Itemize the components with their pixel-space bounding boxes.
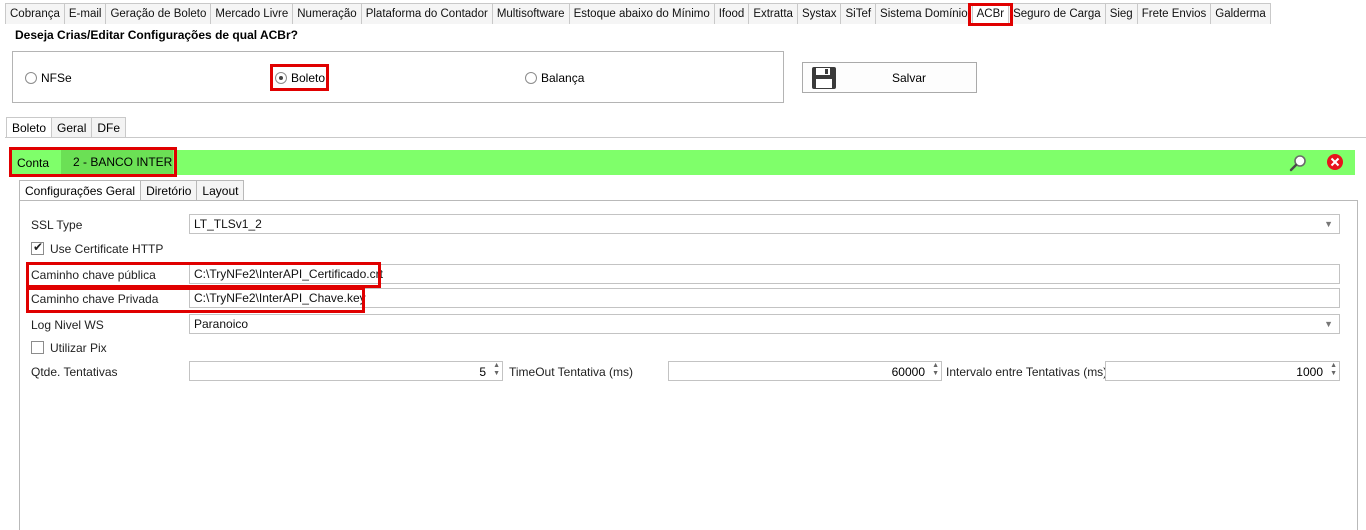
timeout-spinner[interactable]: 60000 ▲ ▼: [668, 361, 942, 381]
radio-circle-icon: [25, 72, 37, 84]
private-key-value: C:\TryNFe2\InterAPI_Chave.key: [194, 291, 366, 305]
radio-balanca-label: Balança: [541, 71, 585, 85]
private-key-label: Caminho chave Privada: [31, 292, 159, 306]
tab-galderma[interactable]: Galderma: [1210, 3, 1271, 24]
acbr-type-radio-group: NFSe Boleto Balança: [12, 51, 784, 103]
conta-bar: Conta 2 - BANCO INTER: [11, 150, 1355, 175]
log-level-value: Paranoico: [194, 317, 249, 331]
spinner-arrows-icon[interactable]: ▲ ▼: [1330, 362, 1337, 378]
radio-balanca[interactable]: Balança: [525, 71, 584, 85]
tab-estoque-minimo[interactable]: Estoque abaixo do Mínimo: [568, 3, 714, 24]
timeout-label: TimeOut Tentativa (ms): [509, 365, 634, 379]
tab-numeracao[interactable]: Numeração: [292, 3, 361, 24]
save-button-label: Salvar: [891, 71, 926, 85]
log-level-label: Log Nivel WS: [31, 318, 104, 332]
divider: [5, 137, 1366, 138]
spinner-arrows-icon[interactable]: ▲ ▼: [932, 362, 939, 378]
private-key-field[interactable]: C:\TryNFe2\InterAPI_Chave.key: [189, 288, 1340, 308]
utilizar-pix-checkbox[interactable]: [31, 341, 44, 354]
tab-diretorio[interactable]: Diretório: [140, 180, 197, 201]
tab-acbr[interactable]: ACBr: [971, 3, 1009, 24]
save-button[interactable]: Salvar: [802, 62, 977, 93]
tab-sistema-dominio[interactable]: Sistema Domínio: [875, 3, 972, 24]
search-icon[interactable]: [1289, 154, 1307, 172]
chevron-down-icon: ▼: [1324, 219, 1333, 229]
radio-boleto-label: Boleto: [291, 71, 326, 85]
spinner-arrows-icon[interactable]: ▲ ▼: [493, 362, 500, 378]
sub-tab-strip: Boleto Geral DFe: [6, 117, 127, 138]
page-question: Deseja Crias/Editar Configurações de qua…: [15, 28, 298, 42]
use-certificate-label: Use Certificate HTTP: [50, 242, 164, 256]
conta-label: Conta: [17, 156, 50, 170]
intervalo-label: Intervalo entre Tentativas (ms): [946, 365, 1108, 379]
ssl-type-select[interactable]: LT_TLSv1_2 ▼: [189, 214, 1340, 234]
tab-email[interactable]: E-mail: [63, 3, 106, 24]
conta-selector[interactable]: 2 - BANCO INTER: [61, 150, 173, 175]
tentativas-value: 5: [479, 365, 486, 379]
tab-frete-envios[interactable]: Frete Envios: [1136, 3, 1211, 24]
public-key-field[interactable]: C:\TryNFe2\InterAPI_Certificado.crt: [189, 264, 1340, 284]
public-key-label: Caminho chave pública: [31, 268, 156, 282]
tab-cobranca[interactable]: Cobrança: [5, 3, 64, 24]
tab-sitef[interactable]: SiTef: [840, 3, 876, 24]
conta-value: 2 - BANCO INTER: [73, 155, 173, 169]
chevron-down-icon: ▼: [1324, 319, 1333, 329]
top-tab-strip: Cobrança E-mail Geração de Boleto Mercad…: [5, 3, 1271, 24]
utilizar-pix-label: Utilizar Pix: [50, 341, 107, 355]
tab-sieg[interactable]: Sieg: [1104, 3, 1137, 24]
use-certificate-checkbox[interactable]: [31, 240, 44, 255]
radio-boleto[interactable]: Boleto: [275, 71, 325, 85]
tab-mercado-livre[interactable]: Mercado Livre: [210, 3, 293, 24]
timeout-value: 60000: [891, 365, 925, 379]
tab-extratta[interactable]: Extratta: [748, 3, 797, 24]
tab-boleto[interactable]: Boleto: [6, 117, 52, 138]
inner-tab-strip: Configurações Geral Diretório Layout: [19, 180, 245, 201]
intervalo-value: 1000: [1296, 365, 1323, 379]
tab-plataforma-contador[interactable]: Plataforma do Contador: [360, 3, 492, 24]
tab-geracao-boleto[interactable]: Geração de Boleto: [105, 3, 211, 24]
tab-geral[interactable]: Geral: [51, 117, 92, 138]
ssl-type-label: SSL Type: [31, 218, 83, 232]
public-key-value: C:\TryNFe2\InterAPI_Certificado.crt: [194, 267, 383, 281]
log-level-select[interactable]: Paranoico ▼: [189, 314, 1340, 334]
radio-circle-icon: [525, 72, 537, 84]
intervalo-spinner[interactable]: 1000 ▲ ▼: [1105, 361, 1340, 381]
ssl-type-value: LT_TLSv1_2: [194, 217, 262, 231]
tab-ifood[interactable]: Ifood: [713, 3, 749, 24]
radio-selected-icon: [275, 72, 287, 84]
radio-nfse-label: NFSe: [41, 71, 72, 85]
tentativas-spinner[interactable]: 5 ▲ ▼: [189, 361, 503, 381]
tentativas-label: Qtde. Tentativas: [31, 365, 118, 379]
tab-seguro-carga[interactable]: Seguro de Carga: [1008, 3, 1105, 24]
tab-multisoftware[interactable]: Multisoftware: [491, 3, 569, 24]
radio-nfse[interactable]: NFSe: [25, 71, 72, 85]
tab-configuracoes-geral[interactable]: Configurações Geral: [19, 180, 141, 201]
tab-systax[interactable]: Systax: [796, 3, 841, 24]
tab-dfe[interactable]: DFe: [91, 117, 127, 138]
clear-icon[interactable]: [1326, 153, 1344, 171]
tab-layout[interactable]: Layout: [196, 180, 245, 201]
